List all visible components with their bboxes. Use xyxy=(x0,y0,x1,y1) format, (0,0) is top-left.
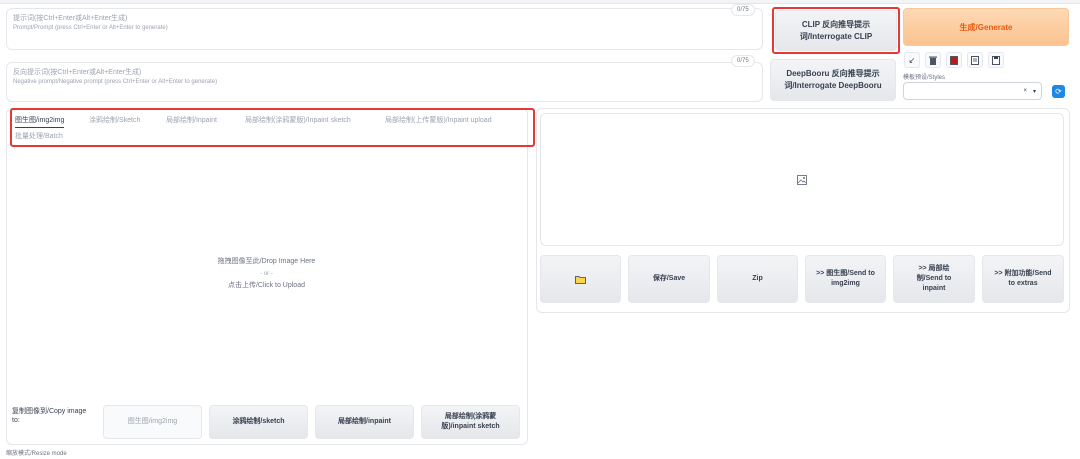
dropzone-line1: 拖拽图像至此/Drop Image Here xyxy=(217,258,316,265)
prompt-placeholder-en: Prompt/Prompt (press Ctrl+Enter or Alt+E… xyxy=(13,25,168,31)
copy-to-img2img-button[interactable]: 图生图/img2img xyxy=(103,405,202,439)
interrogate-clip-button[interactable]: CLIP 反向推导提示 词/Interrogate CLIP xyxy=(775,10,897,51)
dropzone-text: 拖拽图像至此/Drop Image Here - or - 点击上传/Click… xyxy=(218,256,316,292)
clear-icon[interactable]: × xyxy=(1023,88,1027,94)
trash-icon[interactable] xyxy=(925,52,941,68)
prompt-placeholder-cn: 提示词(按Ctrl+Enter或Alt+Enter生成) xyxy=(13,15,128,22)
dropzone-line2: 点击上传/Click to Upload xyxy=(227,282,305,289)
folder-icon xyxy=(575,275,586,284)
resize-mode-label: 缩放模式/Resize mode xyxy=(6,451,67,457)
image-dropzone[interactable]: 拖拽图像至此/Drop Image Here - or - 点击上传/Click… xyxy=(14,150,519,398)
copy-image-label: 复制图像到/Copy image to: xyxy=(12,408,87,424)
send-to-inpaint-button[interactable]: >> 局部绘制/Send to inpaint xyxy=(893,255,975,303)
copy-to-inpaint-sketch-button[interactable]: 局部绘制(涂鸦蒙版)/inpaint sketch xyxy=(421,405,520,439)
tab-sketch[interactable]: 涂鸦绘制/Sketch xyxy=(89,115,140,125)
chevron-down-icon: ▾ xyxy=(1032,88,1036,95)
prompt-textarea[interactable]: 提示词(按Ctrl+Enter或Alt+Enter生成) Prompt/Prom… xyxy=(6,8,763,50)
interrogate-clip-label-line1: CLIP 反向推导提示 xyxy=(801,19,871,29)
interrogate-deepbooru-label-line1: DeepBooru 反向推导提示 xyxy=(786,69,880,78)
tab-batch[interactable]: 批量处理/Batch xyxy=(15,131,63,141)
image-placeholder-icon xyxy=(797,174,807,185)
copy-to-sketch-button[interactable]: 涂鸦绘制/sketch xyxy=(209,405,308,439)
style-red-icon[interactable] xyxy=(946,52,962,68)
negative-prompt-placeholder-cn: 反向提示词(按Ctrl+Enter或Alt+Enter生成) xyxy=(13,69,142,76)
negative-prompt-textarea[interactable]: 反向提示词(按Ctrl+Enter或Alt+Enter生成) Negative … xyxy=(6,62,763,102)
interrogate-clip-label-line2: 词/Interrogate CLIP xyxy=(799,31,873,41)
tab-inpaint[interactable]: 局部绘制/Inpaint xyxy=(166,115,217,125)
generate-button[interactable]: 生成/Generate xyxy=(903,8,1069,46)
styles-label: 模板预设/Styles xyxy=(903,75,946,81)
generate-label: 生成/Generate xyxy=(959,22,1013,32)
negative-prompt-placeholder-en: Negative prompt/Negative prompt (press C… xyxy=(13,79,218,85)
refresh-icon: ⟳ xyxy=(1055,87,1062,96)
tabs-highlight xyxy=(10,108,535,147)
tab-img2img[interactable]: 图生图/img2img xyxy=(15,115,65,128)
refresh-styles-button[interactable]: ⟳ xyxy=(1052,85,1065,98)
dropzone-or: - or - xyxy=(260,271,273,277)
interrogate-deepbooru-button[interactable]: DeepBooru 反向推导提示 词/Interrogate DeepBooru xyxy=(770,59,896,101)
arrow-diagonal-icon[interactable]: ↙ xyxy=(904,52,920,68)
output-gallery[interactable] xyxy=(540,113,1064,246)
negative-prompt-token-counter: 0/75 xyxy=(731,55,755,67)
send-to-img2img-button[interactable]: >> 图生图/Send to img2img xyxy=(805,255,886,303)
zip-button[interactable]: Zip xyxy=(717,255,798,303)
prompt-token-counter: 0/75 xyxy=(731,4,755,16)
open-folder-button[interactable] xyxy=(540,255,621,303)
save-icon[interactable] xyxy=(988,52,1004,68)
save-button[interactable]: 保存/Save xyxy=(628,255,710,303)
interrogate-deepbooru-label-line2: 词/Interrogate DeepBooru xyxy=(784,81,882,90)
top-divider xyxy=(0,0,1080,4)
tab-inpaint-upload[interactable]: 局部绘制(上传蒙版)/Inpaint upload xyxy=(385,115,492,125)
tab-inpaint-sketch[interactable]: 局部绘制(涂鸦蒙版)/Inpaint sketch xyxy=(245,115,351,125)
send-to-extras-button[interactable]: >> 附加功能/Send to extras xyxy=(982,255,1064,303)
clipboard-icon[interactable] xyxy=(967,52,983,68)
styles-dropdown[interactable]: × ▾ xyxy=(903,82,1042,100)
copy-to-inpaint-button[interactable]: 局部绘制/inpaint xyxy=(315,405,414,439)
